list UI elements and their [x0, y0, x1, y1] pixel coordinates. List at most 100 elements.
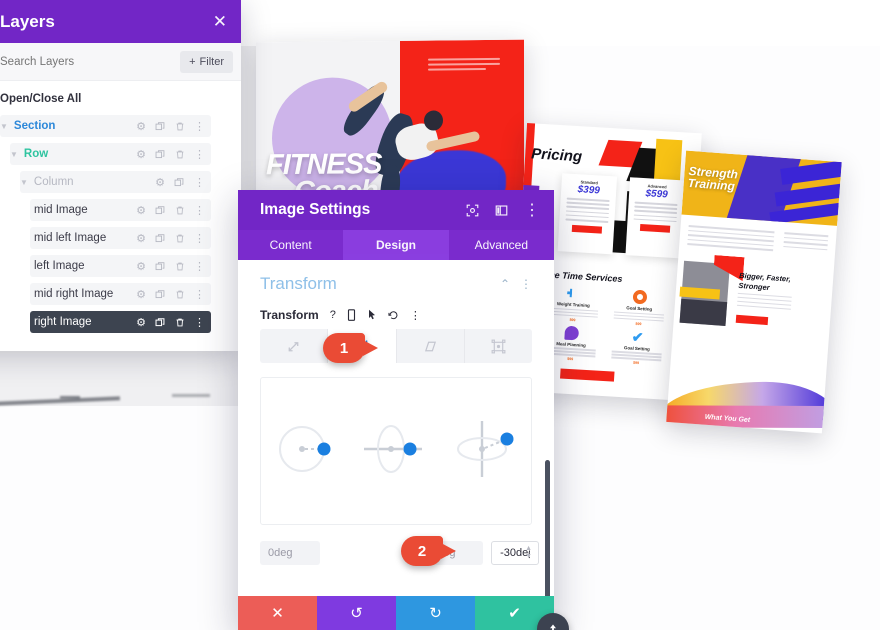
- layer-row-left-image[interactable]: left Image ⚙ ⋮: [30, 255, 211, 277]
- rotate-x-axis-control[interactable]: [450, 413, 522, 490]
- service-cell: ✔ Goal Setting $99: [605, 328, 669, 367]
- gear-icon[interactable]: ⚙: [136, 260, 146, 273]
- skew-mode-button[interactable]: [397, 329, 465, 363]
- rotate-y-axis-control[interactable]: [360, 413, 432, 490]
- trash-icon[interactable]: [175, 233, 185, 244]
- trash-icon[interactable]: [175, 289, 185, 300]
- more-vertical-icon[interactable]: ⋮: [410, 309, 421, 322]
- split-view-icon[interactable]: [495, 204, 508, 217]
- duplicate-icon[interactable]: [155, 261, 166, 272]
- layer-label: Row: [23, 148, 49, 160]
- poster-body-copy: [428, 57, 500, 74]
- cancel-button[interactable]: ✕: [238, 596, 317, 630]
- scale-mode-button[interactable]: [260, 329, 329, 363]
- tab-design[interactable]: Design: [343, 230, 449, 260]
- layer-label: mid left Image: [34, 232, 107, 244]
- more-vertical-icon[interactable]: ⋮: [524, 200, 540, 220]
- section-title: Transform: [260, 274, 337, 293]
- open-close-all-toggle[interactable]: Open/Close All: [0, 89, 241, 115]
- trash-icon[interactable]: [175, 261, 185, 272]
- chevron-down-icon[interactable]: ▼: [10, 150, 18, 159]
- duplicate-icon[interactable]: [155, 121, 166, 132]
- stepper-down-icon[interactable]: ▼: [525, 553, 532, 560]
- canvas-edge-sliver: [172, 394, 210, 397]
- section-actions: ⌃ ⋮: [500, 277, 532, 291]
- trash-icon[interactable]: [175, 317, 185, 328]
- tab-advanced[interactable]: Advanced: [449, 230, 554, 260]
- layers-search-bar: + Filter: [0, 43, 241, 81]
- gear-icon[interactable]: ⚙: [136, 204, 146, 217]
- pricing-card-cta: [571, 224, 602, 234]
- plus-icon: +: [189, 55, 196, 68]
- duplicate-icon[interactable]: [174, 177, 185, 188]
- layer-row-mid-right-image[interactable]: mid right Image ⚙ ⋮: [30, 283, 211, 305]
- undo-button[interactable]: ↺: [317, 596, 396, 630]
- modal-content: Transform ⌃ ⋮ Transform ? ⋮ 0deg 0deg -3…: [238, 260, 554, 596]
- duplicate-icon[interactable]: [155, 289, 166, 300]
- chevron-down-icon[interactable]: ▼: [0, 122, 8, 131]
- help-icon[interactable]: ?: [330, 309, 336, 321]
- tab-content[interactable]: Content: [238, 230, 343, 260]
- screenshot-root: FITNESS Coach. Pricing Standard $399 Adv…: [0, 0, 880, 630]
- duplicate-icon[interactable]: [155, 233, 166, 244]
- more-vertical-icon[interactable]: ⋮: [194, 232, 205, 245]
- more-vertical-icon[interactable]: ⋮: [520, 277, 532, 291]
- filter-button[interactable]: + Filter: [180, 50, 233, 73]
- gear-icon[interactable]: ⚙: [136, 232, 146, 245]
- pricing-card-standard: Standard $399: [557, 173, 618, 255]
- modal-tabs: Content Design Advanced: [238, 230, 554, 260]
- transform-section-header: Transform ⌃ ⋮: [260, 274, 532, 294]
- rotate-z-axis-control[interactable]: [270, 413, 342, 490]
- layer-row-mid-image[interactable]: mid Image ⚙ ⋮: [30, 199, 211, 221]
- more-vertical-icon[interactable]: ⋮: [194, 176, 205, 189]
- trash-icon[interactable]: [175, 205, 185, 216]
- duplicate-icon[interactable]: [155, 317, 166, 328]
- modal-scrollbar[interactable]: [545, 460, 550, 596]
- chevron-down-icon[interactable]: ▼: [20, 178, 28, 187]
- chevron-up-icon[interactable]: ⌃: [500, 277, 510, 291]
- strength-cta: [735, 314, 769, 326]
- more-vertical-icon[interactable]: ⋮: [194, 120, 205, 133]
- cursor-icon[interactable]: [367, 309, 377, 321]
- reset-icon[interactable]: [388, 310, 399, 321]
- layer-row-mid-left-image[interactable]: mid left Image ⚙ ⋮: [30, 227, 211, 249]
- more-vertical-icon[interactable]: ⋮: [194, 148, 205, 161]
- duplicate-icon[interactable]: [155, 205, 166, 216]
- transform-origin-button[interactable]: [465, 329, 532, 363]
- pricing-card-features: [563, 197, 611, 223]
- more-vertical-icon[interactable]: ⋮: [194, 316, 205, 329]
- stepper-up-icon[interactable]: ▲: [525, 545, 532, 552]
- more-vertical-icon[interactable]: ⋮: [194, 260, 205, 273]
- gear-icon[interactable]: ⚙: [136, 148, 146, 161]
- modal-title: Image Settings: [260, 201, 371, 218]
- layer-row-right-image[interactable]: right Image ⚙ ⋮: [30, 311, 211, 333]
- gear-icon[interactable]: ⚙: [136, 120, 146, 133]
- mobile-icon[interactable]: [347, 309, 356, 321]
- search-input[interactable]: [0, 55, 181, 68]
- rotate-z-input[interactable]: [260, 541, 320, 565]
- layer-row-column[interactable]: ▼ Column ⚙ ⋮: [20, 171, 211, 193]
- gear-icon[interactable]: ⚙: [136, 316, 146, 329]
- transform-mode-bar: [260, 329, 532, 363]
- field-label: Transform: [260, 308, 319, 322]
- more-vertical-icon[interactable]: ⋮: [194, 204, 205, 217]
- more-vertical-icon[interactable]: ⋮: [194, 288, 205, 301]
- duplicate-icon[interactable]: [155, 149, 166, 160]
- pricing-card-advanced: Advanced $599: [625, 177, 685, 259]
- trash-icon[interactable]: [175, 121, 185, 132]
- canvas-edge-sliver: [60, 396, 80, 399]
- pricing-heading: Pricing: [530, 145, 583, 166]
- trash-icon[interactable]: [175, 149, 185, 160]
- rotate-x-stepper[interactable]: ▲ ▼: [525, 545, 532, 560]
- layer-row-section[interactable]: ▼ Section ⚙ ⋮: [0, 115, 211, 137]
- layer-row-row[interactable]: ▼ Row ⚙ ⋮: [10, 143, 211, 165]
- gear-icon[interactable]: ⚙: [136, 288, 146, 301]
- fullscreen-icon[interactable]: [466, 204, 479, 217]
- strength-training-poster[interactable]: Strength Training Bigger, Faster, Strong…: [666, 150, 842, 434]
- gear-icon[interactable]: ⚙: [155, 176, 165, 189]
- dumbbell-icon: [567, 286, 582, 301]
- photo-dark-band: [679, 298, 728, 326]
- heart-icon: [564, 325, 580, 341]
- close-icon[interactable]: ✕: [213, 13, 227, 30]
- redo-button[interactable]: ↻: [396, 596, 475, 630]
